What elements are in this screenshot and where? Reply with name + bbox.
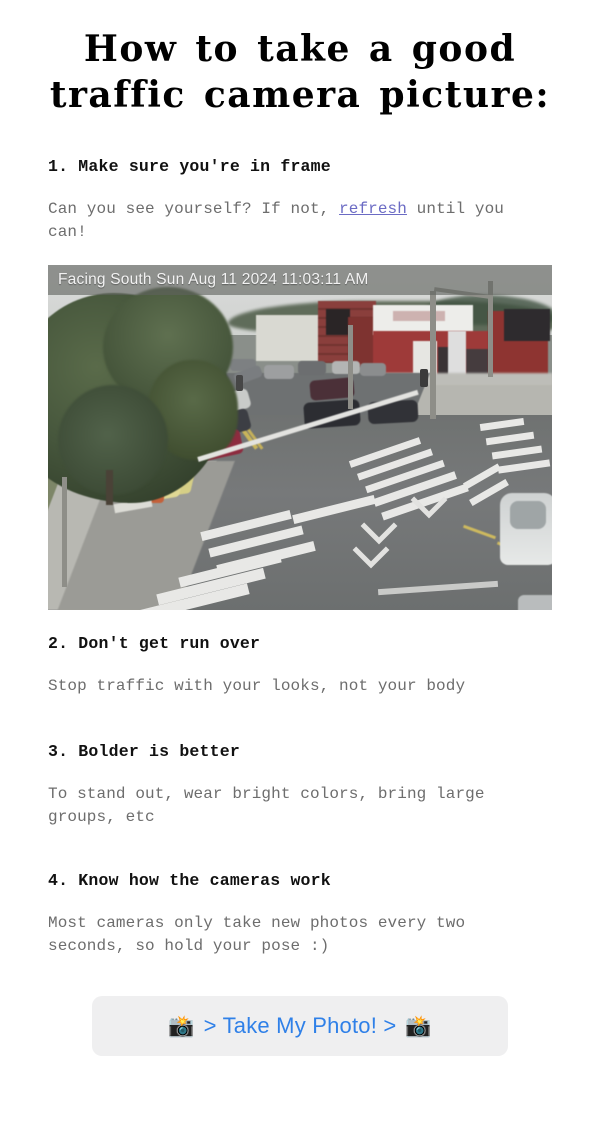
building-dark-window — [326, 309, 350, 335]
camera-timestamp-overlay: Facing South Sun Aug 11 2024 11:03:11 AM — [48, 265, 552, 295]
storefront-sign — [393, 311, 445, 321]
take-my-photo-button[interactable]: 📸 > Take My Photo! > 📸 — [92, 996, 508, 1056]
step-4-body: Most cameras only take new photos every … — [48, 914, 466, 955]
building-dark-right — [504, 309, 550, 341]
camera-flash-icon-left: 📸 — [168, 1014, 195, 1038]
traffic-signal-head — [420, 369, 428, 387]
step-3-heading: 3. Bolder is better — [48, 742, 240, 761]
car-lot-2 — [298, 361, 326, 375]
step-4-heading: 4. Know how the cameras work — [48, 871, 331, 890]
car-lot-3 — [332, 361, 360, 374]
step-1-heading: 1. Make sure you're in frame — [48, 157, 331, 176]
car-lot-1 — [264, 365, 294, 379]
page-title: How to take a good traffic camera pictur… — [49, 28, 551, 116]
step-3-body: To stand out, wear bright colors, bring … — [48, 785, 485, 826]
take-my-photo-label: > Take My Photo! > — [203, 1013, 397, 1038]
page-container: How to take a good traffic camera pictur… — [0, 0, 600, 1056]
step-2-heading: 2. Don't get run over — [48, 634, 261, 653]
suv-white-right-windshield — [510, 501, 546, 529]
cta-container: 📸 > Take My Photo! > 📸 — [48, 996, 552, 1056]
step-1-body-text-before-link: Can you see yourself? If not, — [48, 200, 340, 218]
tree-canopy-lower — [58, 385, 168, 495]
step-1-body: Can you see yourself? If not, refresh un… — [48, 198, 552, 244]
tree-trunk — [106, 470, 113, 505]
traffic-signal-mast-pole — [430, 291, 436, 419]
car-lot-4 — [360, 363, 386, 376]
step-2-body: Stop traffic with your looks, not your b… — [48, 677, 466, 695]
car-bottom-right — [518, 595, 552, 610]
traffic-camera-image[interactable]: Facing South Sun Aug 11 2024 11:03:11 AM — [48, 265, 552, 610]
traffic-signal-head-2 — [236, 375, 243, 391]
building-white-column — [448, 331, 466, 377]
camera-flash-icon-right: 📸 — [405, 1014, 432, 1038]
camera-scene — [48, 265, 552, 610]
camera-timestamp-text: Facing South Sun Aug 11 2024 11:03:11 AM — [58, 271, 369, 288]
refresh-link[interactable]: refresh — [339, 200, 407, 218]
utility-pole-left — [62, 477, 67, 587]
utility-pole-middle — [348, 325, 353, 409]
